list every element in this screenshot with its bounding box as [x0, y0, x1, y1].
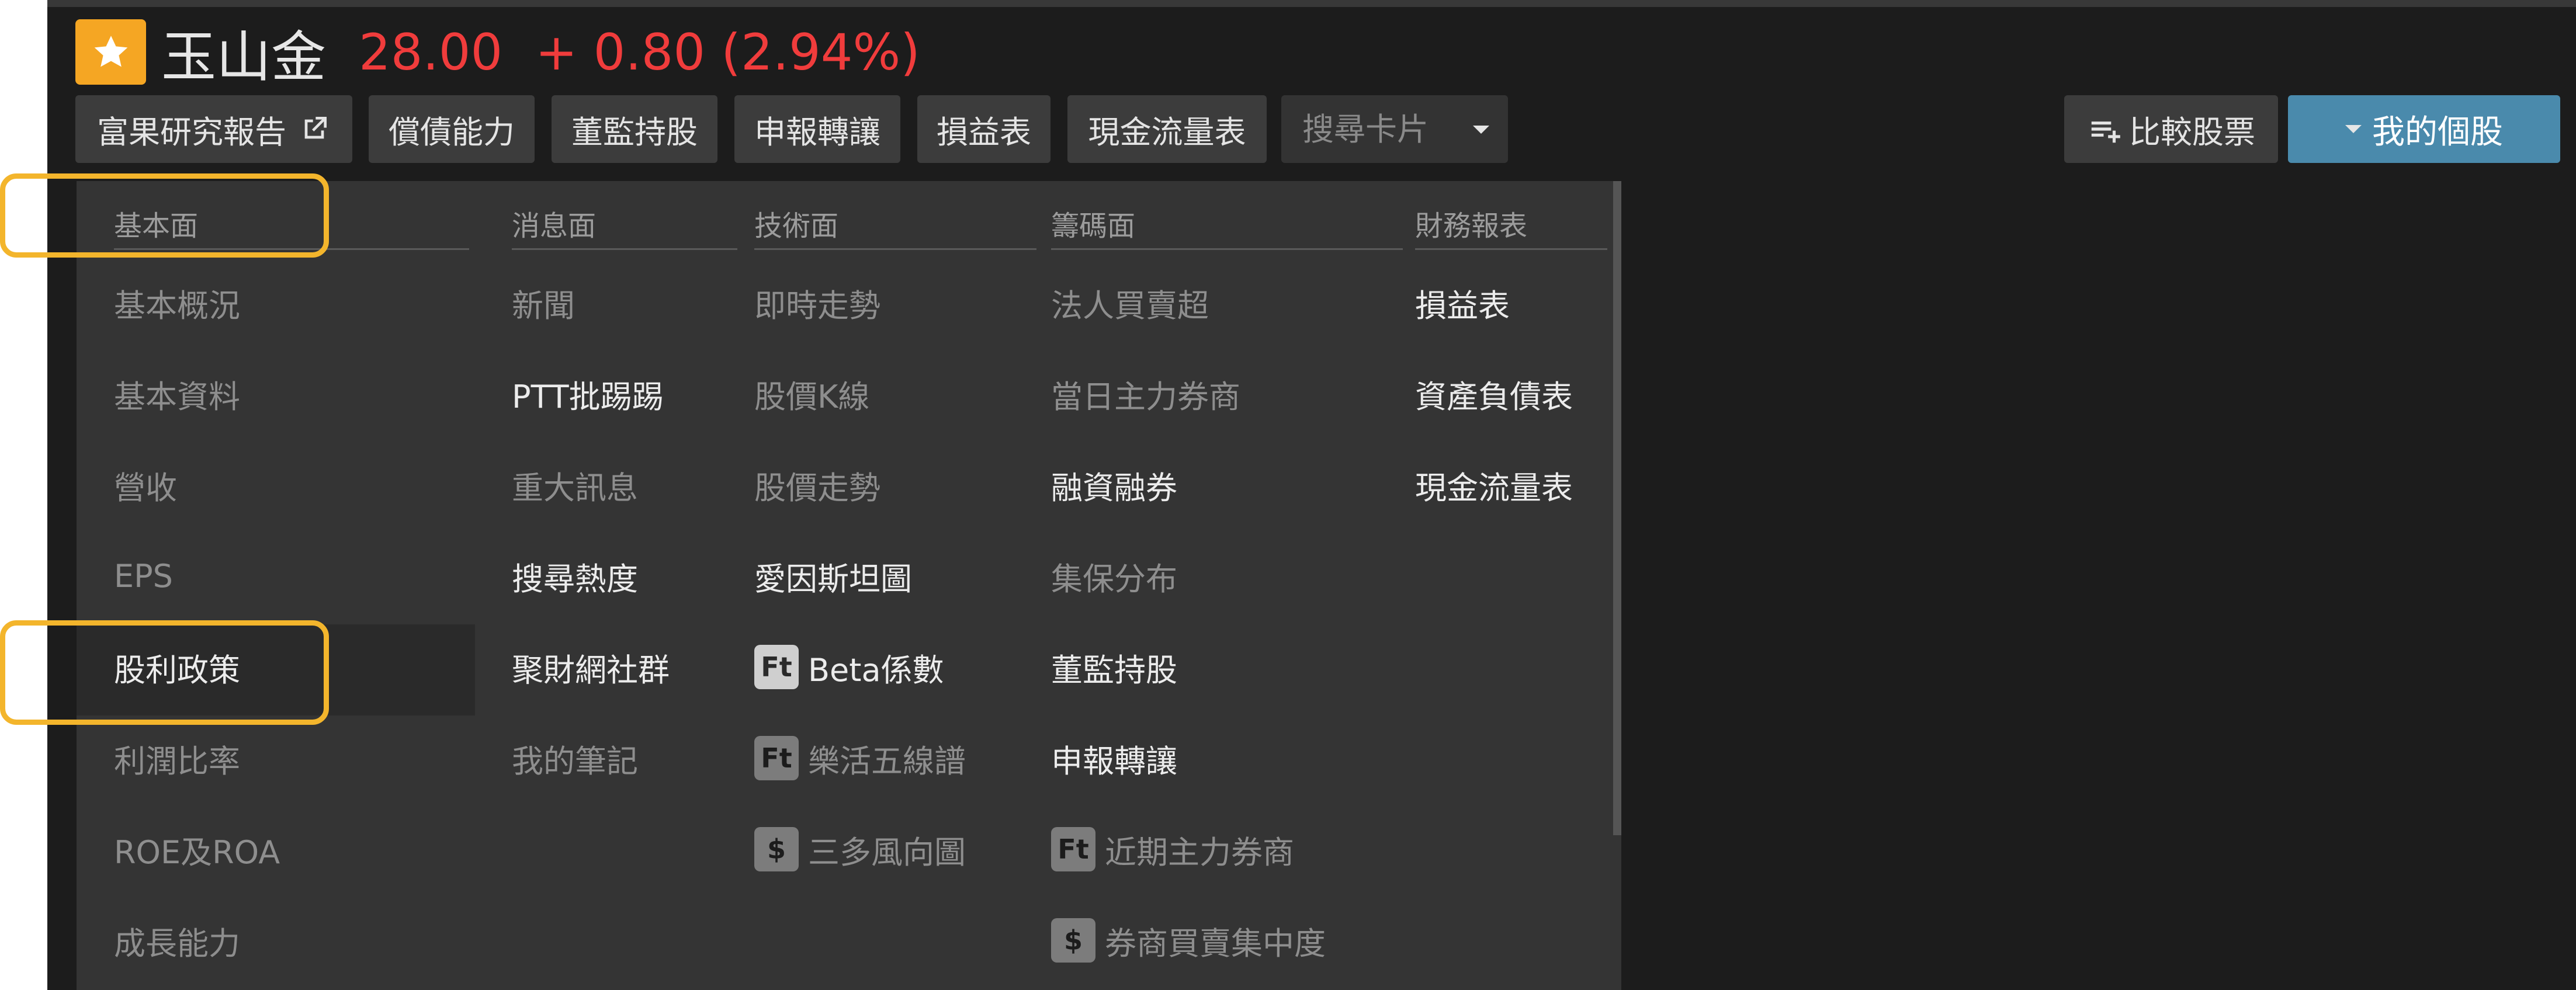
menu-item-director-holdings[interactable]: 董監持股: [1051, 644, 1177, 690]
highlight-fundamentals-header: [0, 173, 329, 258]
menu-item-balance-sheet[interactable]: 資產負債表: [1415, 370, 1573, 417]
stock-title-row: 玉山金 28.00 + 0.80 (2.94%): [161, 18, 920, 89]
cash-flow-button[interactable]: 現金流量表: [1067, 95, 1267, 163]
news-header: 消息面: [512, 197, 737, 250]
menu-item-main-brokers-today[interactable]: 當日主力券商: [1051, 370, 1240, 417]
menu-item-eps[interactable]: EPS: [114, 553, 173, 599]
external-link-icon: [304, 117, 327, 139]
stock-price: 28.00: [359, 23, 503, 82]
menu-item-sanduo-chart[interactable]: $ 三多風向圖: [754, 826, 966, 873]
research-report-button[interactable]: 富果研究報告: [75, 95, 352, 163]
menu-item-realtime[interactable]: 即時走勢: [754, 279, 880, 326]
compare-stocks-button[interactable]: 比較股票: [2064, 95, 2278, 163]
my-stocks-button[interactable]: 我的個股: [2288, 95, 2560, 163]
technical-header: 技術面: [754, 197, 1036, 250]
menu-item-search-trend[interactable]: 搜尋熱度: [512, 553, 638, 599]
ft-badge-icon: Ft: [754, 645, 799, 689]
menu-item-einstein-chart[interactable]: 愛因斯坦圖: [754, 553, 912, 599]
favorite-star-button[interactable]: [75, 19, 146, 85]
chevron-down-icon[interactable]: [1473, 126, 1489, 134]
stock-name: 玉山金: [161, 26, 327, 89]
dropdown-scrollbar[interactable]: [1613, 181, 1621, 835]
financial-header: 財務報表: [1415, 197, 1607, 250]
stock-change: + 0.80 (2.94%): [535, 23, 920, 82]
search-card-select[interactable]: [1281, 95, 1508, 163]
menu-item-five-lines-label: 樂活五線譜: [808, 742, 966, 780]
menu-item-my-notes[interactable]: 我的筆記: [512, 735, 638, 781]
my-stocks-label: 我的個股: [2372, 113, 2503, 151]
menu-item-roe-roa[interactable]: ROE及ROA: [114, 826, 280, 873]
menu-item-news[interactable]: 新聞: [512, 279, 575, 326]
top-border: [47, 0, 2576, 7]
menu-item-income-statement[interactable]: 損益表: [1415, 279, 1510, 326]
menu-item-custody-distribution[interactable]: 集保分布: [1051, 553, 1177, 599]
menu-item-recent-main-brokers-label: 近期主力券商: [1105, 833, 1294, 871]
menu-item-beta-label: Beta係數: [808, 651, 944, 689]
menu-item-broker-concentration[interactable]: $ 券商買賣集中度: [1051, 917, 1326, 964]
chips-header: 籌碼面: [1051, 197, 1403, 250]
menu-item-basic-overview[interactable]: 基本概況: [114, 279, 240, 326]
playlist-add-icon: [2091, 121, 2120, 143]
research-report-label: 富果研究報告: [97, 113, 286, 151]
star-icon: [94, 36, 127, 67]
menu-item-major-news[interactable]: 重大訊息: [512, 461, 638, 508]
dollar-badge-icon: $: [754, 827, 799, 871]
highlight-dividend-policy: [0, 620, 329, 725]
menu-item-revenue[interactable]: 營收: [114, 461, 177, 508]
stock-app-window: 玉山金 28.00 + 0.80 (2.94%) 富果研究報告 償債能力 董監持…: [47, 0, 2576, 990]
menu-item-community[interactable]: 聚財網社群: [512, 644, 670, 690]
menu-item-ptt[interactable]: PTT批踢踢: [512, 370, 664, 417]
solvency-button[interactable]: 償債能力: [369, 95, 535, 163]
menu-item-sanduo-label: 三多風向圖: [808, 833, 966, 871]
menu-item-beta[interactable]: Ft Beta係數: [754, 644, 944, 690]
menu-item-five-lines[interactable]: Ft 樂活五線譜: [754, 735, 966, 781]
menu-item-cash-flow[interactable]: 現金流量表: [1415, 461, 1573, 508]
menu-item-declared-transfer[interactable]: 申報轉讓: [1051, 735, 1177, 781]
ft-badge-icon: Ft: [754, 736, 799, 780]
menu-item-basic-info[interactable]: 基本資料: [114, 370, 240, 417]
compare-stocks-label: 比較股票: [2129, 113, 2255, 151]
declared-transfer-button[interactable]: 申報轉讓: [734, 95, 900, 163]
menu-item-broker-concentration-label: 券商買賣集中度: [1105, 925, 1326, 962]
category-dropdown-menu: 基本面 消息面 技術面 籌碼面 財務報表 基本概況 基本資料 營收 EPS 股利…: [77, 181, 1621, 990]
menu-item-k-line[interactable]: 股價K線: [754, 370, 869, 417]
menu-item-margin[interactable]: 融資融券: [1051, 461, 1177, 508]
income-statement-button[interactable]: 損益表: [917, 95, 1050, 163]
menu-item-growth[interactable]: 成長能力: [114, 917, 240, 964]
director-holdings-button[interactable]: 董監持股: [552, 95, 717, 163]
search-card-input[interactable]: [1281, 95, 1457, 163]
caret-down-icon: [2345, 125, 2362, 133]
dollar-badge-icon: $: [1051, 918, 1095, 963]
menu-item-institutional[interactable]: 法人買賣超: [1051, 279, 1209, 326]
menu-item-recent-main-brokers[interactable]: Ft 近期主力券商: [1051, 826, 1294, 873]
menu-item-profit-ratio[interactable]: 利潤比率: [114, 735, 240, 781]
menu-item-price-trend[interactable]: 股價走勢: [754, 461, 880, 508]
ft-badge-icon: Ft: [1051, 827, 1095, 871]
